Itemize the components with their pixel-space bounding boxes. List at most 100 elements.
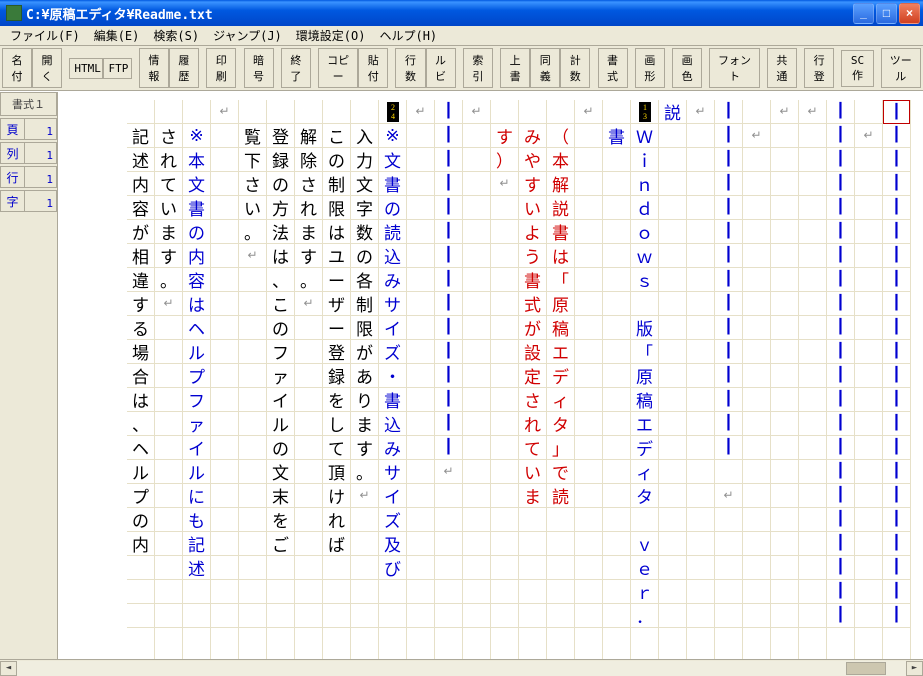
scroll-left-button[interactable]: ◄ bbox=[0, 661, 17, 676]
tb-ftp[interactable]: FTP bbox=[103, 58, 131, 79]
tb-regline[interactable]: 行登 bbox=[804, 48, 834, 88]
tb-count[interactable]: 計数 bbox=[560, 48, 590, 88]
tb-html[interactable]: HTML bbox=[69, 58, 103, 79]
text-cell bbox=[463, 436, 490, 460]
tb-info[interactable]: 情報 bbox=[139, 48, 169, 88]
tb-name[interactable]: 名付 bbox=[2, 48, 32, 88]
text-cell: タ bbox=[631, 484, 658, 508]
text-cell bbox=[155, 484, 182, 508]
text-cell bbox=[155, 508, 182, 532]
text-cell: 」 bbox=[547, 436, 574, 460]
text-cell bbox=[407, 508, 434, 532]
tb-lines[interactable]: 行数 bbox=[395, 48, 425, 88]
tb-synonym[interactable]: 同義 bbox=[530, 48, 560, 88]
text-cell bbox=[603, 532, 630, 556]
tb-history[interactable]: 履歴 bbox=[169, 48, 199, 88]
tb-index[interactable]: 索引 bbox=[463, 48, 493, 88]
text-column: みやすいよう書式が設定されていま bbox=[519, 100, 547, 659]
tb-color[interactable]: 画色 bbox=[672, 48, 702, 88]
text-cell bbox=[771, 268, 798, 292]
maximize-button[interactable]: □ bbox=[876, 3, 897, 24]
text-cell bbox=[155, 436, 182, 460]
horizontal-scrollbar[interactable]: ◄ ► bbox=[0, 659, 923, 676]
text-cell: プ bbox=[127, 484, 154, 508]
text-cell: ┃ bbox=[715, 364, 742, 388]
text-cell: ズ bbox=[379, 340, 406, 364]
format-tab[interactable]: 書式１ bbox=[0, 92, 57, 116]
text-cell: ↵ bbox=[239, 244, 266, 268]
text-cell: ↵ bbox=[799, 100, 826, 124]
text-cell bbox=[155, 580, 182, 604]
tb-ruby[interactable]: ルビ bbox=[426, 48, 456, 88]
tb-sc[interactable]: SC作 bbox=[841, 50, 873, 87]
text-cell bbox=[771, 604, 798, 628]
text-cell: け bbox=[323, 484, 350, 508]
text-cell: ┃ bbox=[827, 532, 854, 556]
text-cell: ┃ bbox=[827, 316, 854, 340]
text-cell bbox=[743, 484, 770, 508]
tb-crypt[interactable]: 暗号 bbox=[244, 48, 274, 88]
text-cell: 制 bbox=[323, 172, 350, 196]
tb-open[interactable]: 開く bbox=[32, 48, 62, 88]
text-cell bbox=[351, 508, 378, 532]
menu-file[interactable]: ファイル(F) bbox=[4, 25, 86, 46]
text-cell: こ bbox=[323, 124, 350, 148]
tb-exit[interactable]: 終了 bbox=[281, 48, 311, 88]
text-cell: の bbox=[127, 508, 154, 532]
menu-search[interactable]: 検索(S) bbox=[147, 25, 205, 46]
tb-print[interactable]: 印刷 bbox=[206, 48, 236, 88]
menu-jump[interactable]: ジャンプ(J) bbox=[207, 25, 288, 46]
text-cell bbox=[687, 436, 714, 460]
close-button[interactable]: × bbox=[899, 3, 920, 24]
scroll-track[interactable] bbox=[17, 661, 906, 676]
text-cell: 字 bbox=[351, 196, 378, 220]
text-cell bbox=[239, 484, 266, 508]
text-cell: ↵ bbox=[295, 292, 322, 316]
text-cell bbox=[295, 340, 322, 364]
text-cell bbox=[239, 364, 266, 388]
text-cell: 版 bbox=[631, 316, 658, 340]
text-column: （本解説書は「原稿エディタ」で読 bbox=[547, 100, 575, 659]
text-cell bbox=[575, 364, 602, 388]
tb-copy[interactable]: コピー bbox=[318, 48, 358, 88]
text-cell: ┃ bbox=[827, 292, 854, 316]
text-cell bbox=[603, 292, 630, 316]
text-cell: 書 bbox=[519, 268, 546, 292]
tb-common[interactable]: 共通 bbox=[767, 48, 797, 88]
menubar: ファイル(F) 編集(E) 検索(S) ジャンプ(J) 環境設定(O) ヘルプ(… bbox=[0, 26, 923, 46]
menu-edit[interactable]: 編集(E) bbox=[88, 25, 146, 46]
text-cell: ｄ bbox=[631, 196, 658, 220]
text-cell bbox=[547, 100, 574, 124]
tb-format[interactable]: 書式 bbox=[598, 48, 628, 88]
text-cell bbox=[575, 412, 602, 436]
text-cell bbox=[575, 172, 602, 196]
tb-tool[interactable]: ツール bbox=[881, 48, 921, 88]
editor-area[interactable]: ┃┃┃┃┃┃┃┃┃┃┃┃┃┃┃┃┃┃┃┃┃┃↵┃┃┃┃┃┃┃┃┃┃┃┃┃┃┃┃┃… bbox=[58, 92, 923, 659]
tb-shape[interactable]: 画形 bbox=[635, 48, 665, 88]
text-cell bbox=[799, 292, 826, 316]
text-cell bbox=[239, 388, 266, 412]
text-cell: 除 bbox=[295, 148, 322, 172]
text-cell bbox=[659, 196, 686, 220]
text-cell bbox=[491, 100, 518, 124]
scroll-right-button[interactable]: ► bbox=[906, 661, 923, 676]
text-cell: ┃ bbox=[827, 436, 854, 460]
text-cell bbox=[799, 604, 826, 628]
minimize-button[interactable]: _ bbox=[853, 3, 874, 24]
text-cell: ↵ bbox=[855, 124, 882, 148]
text-cell: 。 bbox=[295, 268, 322, 292]
tb-font[interactable]: フォント bbox=[709, 48, 759, 88]
text-cell bbox=[659, 340, 686, 364]
menu-help[interactable]: ヘルプ(H) bbox=[373, 25, 443, 46]
text-cell bbox=[743, 340, 770, 364]
text-cell: 記 bbox=[183, 532, 210, 556]
text-column: ┃┃┃┃┃┃┃┃┃┃┃┃┃┃┃↵ bbox=[715, 100, 743, 659]
tb-paste[interactable]: 貼付 bbox=[358, 48, 388, 88]
scroll-thumb[interactable] bbox=[846, 662, 886, 675]
text-cell bbox=[771, 484, 798, 508]
menu-settings[interactable]: 環境設定(O) bbox=[290, 25, 372, 46]
col-label: 列 bbox=[1, 143, 25, 163]
text-cell: で bbox=[547, 460, 574, 484]
text-cell: に bbox=[183, 484, 210, 508]
tb-overwrite[interactable]: 上書 bbox=[500, 48, 530, 88]
